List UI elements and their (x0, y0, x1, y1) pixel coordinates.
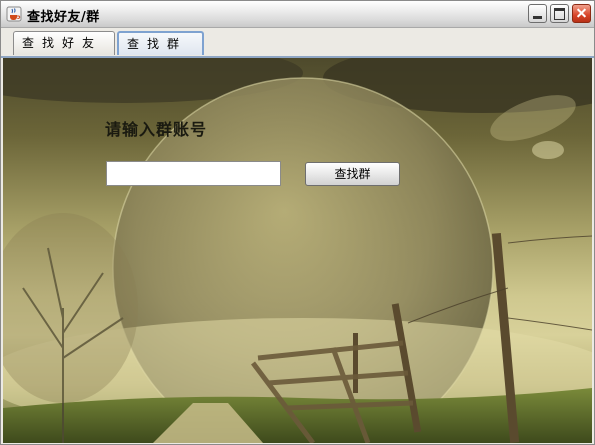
tab-find-group[interactable]: 查找群 (117, 31, 204, 55)
background-image (3, 58, 592, 443)
java-cup-icon (6, 6, 22, 22)
find-friend-group-window: 查找好友/群 查找好友 查找群 请输入群账号 查找群 (0, 0, 595, 445)
tab-find-friends[interactable]: 查找好友 (13, 31, 115, 55)
find-group-panel: 请输入群账号 查找群 (3, 58, 592, 443)
window-title: 查找好友/群 (27, 10, 100, 25)
group-account-input[interactable] (106, 161, 281, 186)
minimize-button[interactable] (528, 4, 547, 23)
maximize-button[interactable] (550, 4, 569, 23)
group-account-label: 请输入群账号 (105, 120, 208, 139)
title-bar[interactable]: 查找好友/群 (1, 1, 594, 28)
find-group-button[interactable]: 查找群 (305, 162, 400, 186)
tab-strip: 查找好友 查找群 (1, 28, 594, 58)
close-button[interactable] (572, 4, 591, 23)
